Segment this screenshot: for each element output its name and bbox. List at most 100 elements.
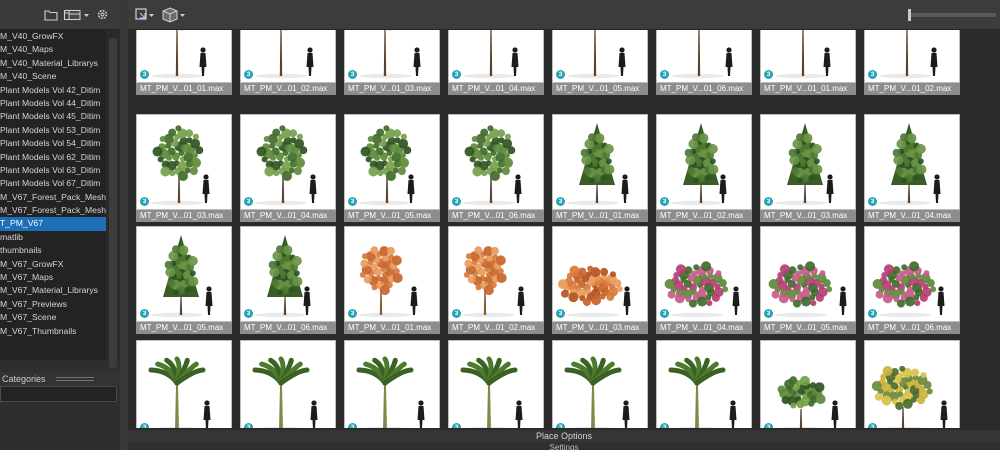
asset-thumbnail[interactable]: 3 — [656, 30, 752, 83]
tree-item[interactable]: M_V67_Previews — [0, 298, 106, 311]
asset-thumbnail[interactable]: 3 — [344, 114, 440, 210]
tree-item[interactable]: M_V40_GrowFX — [0, 30, 106, 43]
settings-bar[interactable]: Settings — [128, 442, 1000, 450]
plant-preview-image — [567, 30, 626, 79]
asset-thumbnail[interactable]: 3 — [656, 226, 752, 322]
asset-browser-window: M_V40_GrowFX M_V40_Maps M_V40_Material_Lib… — [0, 0, 1000, 450]
folder-icon[interactable] — [44, 9, 58, 21]
max-file-badge-icon: 3 — [556, 197, 565, 206]
asset-thumbnail[interactable]: 3 — [864, 114, 960, 210]
folder-panel: M_V40_GrowFX M_V40_Maps M_V40_Material_Lib… — [0, 0, 120, 450]
gear-icon[interactable] — [96, 8, 109, 21]
categories-list[interactable] — [0, 386, 117, 402]
tree-item[interactable]: M_V67_Forest_Pack_Mesh_1 — [0, 204, 106, 217]
asset-filename: MT_PM_V...01_05.max — [344, 210, 440, 222]
asset-thumbnail[interactable]: 3 — [240, 30, 336, 83]
tree-item[interactable]: thumbnails — [0, 244, 106, 257]
asset-thumbnail[interactable]: 3 — [552, 226, 648, 322]
plant-preview-image — [151, 125, 210, 206]
asset-thumbnail[interactable]: 3 — [864, 226, 960, 322]
asset-filename: MT_PM_V...01_02.max — [448, 322, 544, 334]
asset-thumbnail[interactable]: 3 — [448, 226, 544, 322]
asset-filename: MT_PM_V...01_01.max — [136, 83, 232, 95]
asset-thumbnail[interactable]: 3 — [656, 340, 752, 428]
folder-tree-scrollbar[interactable] — [106, 30, 120, 368]
tree-item[interactable]: M_V67_GrowFX — [0, 258, 106, 271]
asset-thumbnail[interactable]: 3 — [344, 226, 440, 322]
tree-item[interactable]: M_V67_Maps — [0, 271, 106, 284]
tree-item[interactable]: Plant Models Vol 62_Ditim — [0, 151, 106, 164]
panel-splitter[interactable] — [120, 0, 128, 450]
plant-preview-image — [671, 30, 733, 79]
asset-thumbnail[interactable]: 3 — [760, 340, 856, 428]
asset-thumbnail[interactable]: 3 — [760, 226, 856, 322]
asset-thumbnail[interactable]: 3 — [240, 226, 336, 322]
plant-preview-image — [151, 235, 213, 318]
refresh-icon[interactable] — [134, 7, 156, 23]
asset-thumbnail[interactable]: 3 — [136, 30, 232, 83]
asset-thumbnail[interactable]: 3 — [240, 340, 336, 428]
max-file-badge-icon: 3 — [868, 309, 877, 318]
max-file-badge-icon: 3 — [348, 197, 357, 206]
asset-thumbnail[interactable]: 3 — [656, 114, 752, 210]
asset-thumbnail[interactable]: 3 — [136, 226, 232, 322]
tree-item[interactable]: M_V40_Maps — [0, 43, 106, 56]
max-file-badge-icon: 3 — [348, 423, 357, 428]
scrollbar-thumb[interactable] — [109, 38, 117, 368]
asset-thumbnail[interactable]: 3 — [136, 114, 232, 210]
tree-item[interactable]: matlib — [0, 231, 106, 244]
asset-thumbnail[interactable]: 3 — [552, 340, 648, 428]
asset-toolbar — [128, 0, 1000, 30]
asset-filename: MT_PM_V...01_06.max — [240, 322, 336, 334]
max-file-badge-icon: 3 — [452, 197, 461, 206]
plant-preview-image — [871, 365, 948, 428]
tree-item[interactable]: M_V40_Material_Librarys — [0, 57, 106, 70]
asset-filename: MT_PM_V...01_02.max — [864, 83, 960, 95]
asset-thumbnail[interactable]: 3 — [760, 30, 856, 83]
plant-preview-image — [463, 246, 525, 318]
zoom-slider-handle[interactable] — [908, 9, 911, 21]
plant-preview-image — [768, 261, 847, 318]
tree-item[interactable]: T_PM_V67 — [0, 217, 106, 231]
asset-thumbnail[interactable]: 3 — [136, 340, 232, 428]
asset-panel: 3 MT_PM_V...01_01.max 3 MT_PM_V...01_02.max… — [128, 0, 1000, 450]
asset-thumbnail[interactable]: 3 — [552, 114, 648, 210]
asset-filename: MT_PM_V...01_06.max — [864, 322, 960, 334]
place-options-bar[interactable]: Place Options — [128, 430, 1000, 442]
tree-item[interactable]: Plant Models Vol 67_Ditim — [0, 177, 106, 190]
asset-thumbnail[interactable]: 3 — [864, 340, 960, 428]
tree-item[interactable]: M_V67_Scene — [0, 311, 106, 324]
tree-item[interactable]: Plant Models Vol 54_Ditim — [0, 137, 106, 150]
asset-filename: MT_PM_V...01_05.max — [760, 322, 856, 334]
tree-item[interactable]: Plant Models Vol 63_Ditim — [0, 164, 106, 177]
tree-item[interactable]: Plant Models Vol 42_Ditim — [0, 84, 106, 97]
asset-thumbnail[interactable]: 3 — [552, 30, 648, 83]
asset-filename: MT_PM_V...01_03.max — [344, 83, 440, 95]
tree-item[interactable]: M_V67_Material_Librarys — [0, 284, 106, 297]
categories-grip[interactable] — [56, 377, 94, 381]
max-file-badge-icon: 3 — [556, 70, 565, 79]
plant-preview-image — [359, 30, 421, 79]
asset-thumbnail[interactable]: 3 — [240, 114, 336, 210]
tree-item[interactable]: M_V67_Thumbnails — [0, 325, 106, 338]
asset-thumbnail[interactable]: 3 — [864, 30, 960, 83]
tree-item[interactable]: M_V67_Forest_Pack_Mesh_( — [0, 191, 106, 204]
plant-preview-image — [148, 356, 211, 428]
asset-thumbnail[interactable]: 3 — [448, 340, 544, 428]
cube-icon[interactable] — [162, 7, 188, 23]
asset-thumbnail[interactable]: 3 — [448, 30, 544, 83]
asset-filename: MT_PM_V...01_05.max — [552, 83, 648, 95]
tree-item[interactable]: Plant Models Vol 53_Ditim — [0, 124, 106, 137]
layout-icon[interactable] — [68, 9, 92, 21]
plant-preview-image — [879, 123, 941, 206]
tree-item[interactable]: Plant Models Vol 44_Ditim — [0, 97, 106, 110]
max-file-badge-icon: 3 — [868, 197, 877, 206]
zoom-slider-track[interactable] — [908, 13, 996, 17]
tree-item[interactable]: Plant Models Vol 45_Ditim — [0, 110, 106, 123]
tree-item[interactable]: M_V40_Scene — [0, 70, 106, 83]
asset-thumbnail[interactable]: 3 — [344, 30, 440, 83]
folder-toolbar — [0, 0, 120, 30]
asset-thumbnail[interactable]: 3 — [448, 114, 544, 210]
asset-thumbnail[interactable]: 3 — [760, 114, 856, 210]
asset-thumbnail[interactable]: 3 — [344, 340, 440, 428]
